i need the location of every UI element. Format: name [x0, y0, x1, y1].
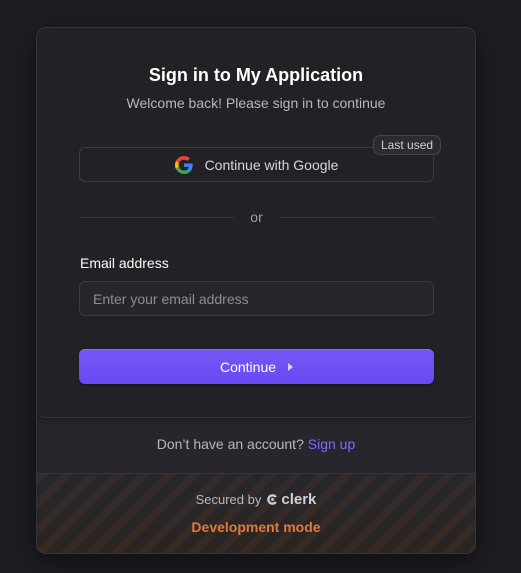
divider-line-right [278, 216, 435, 218]
continue-button-label: Continue [219, 358, 277, 375]
sign-up-prompt: Don’t have an account? Sign up [37, 436, 475, 452]
sign-in-form-panel: Sign in to My Application Welcome back! … [37, 28, 475, 418]
arrow-right-icon [288, 362, 294, 371]
page-title: Sign in to My Application [148, 65, 364, 85]
email-label: Email address [80, 255, 169, 271]
email-input[interactable] [79, 281, 434, 316]
sign-up-link[interactable]: Sign up [308, 436, 355, 452]
secured-by-text: Secured by [195, 492, 262, 507]
google-icon [174, 155, 193, 174]
sign-up-prompt-text: Don’t have an account? [156, 436, 304, 452]
clerk-logo[interactable]: clerk [266, 491, 316, 508]
page-subtitle: Welcome back! Please sign in to continue [126, 95, 386, 111]
divider-text: or [250, 209, 263, 225]
secured-by-row: Secured by clerk [37, 491, 475, 508]
last-used-badge: Last used [373, 135, 442, 155]
divider-line-left [79, 216, 235, 218]
card-footer: Secured by clerk Development mode [37, 473, 475, 553]
clerk-brand-text: clerk [281, 491, 317, 508]
sign-in-card: Sign in to My Application Welcome back! … [36, 27, 476, 554]
continue-button[interactable]: Continue [79, 349, 434, 384]
development-mode-label: Development mode [191, 519, 321, 535]
google-button-label: Continue with Google [204, 156, 339, 173]
clerk-logo-icon [267, 494, 278, 505]
or-divider: or [79, 207, 435, 227]
